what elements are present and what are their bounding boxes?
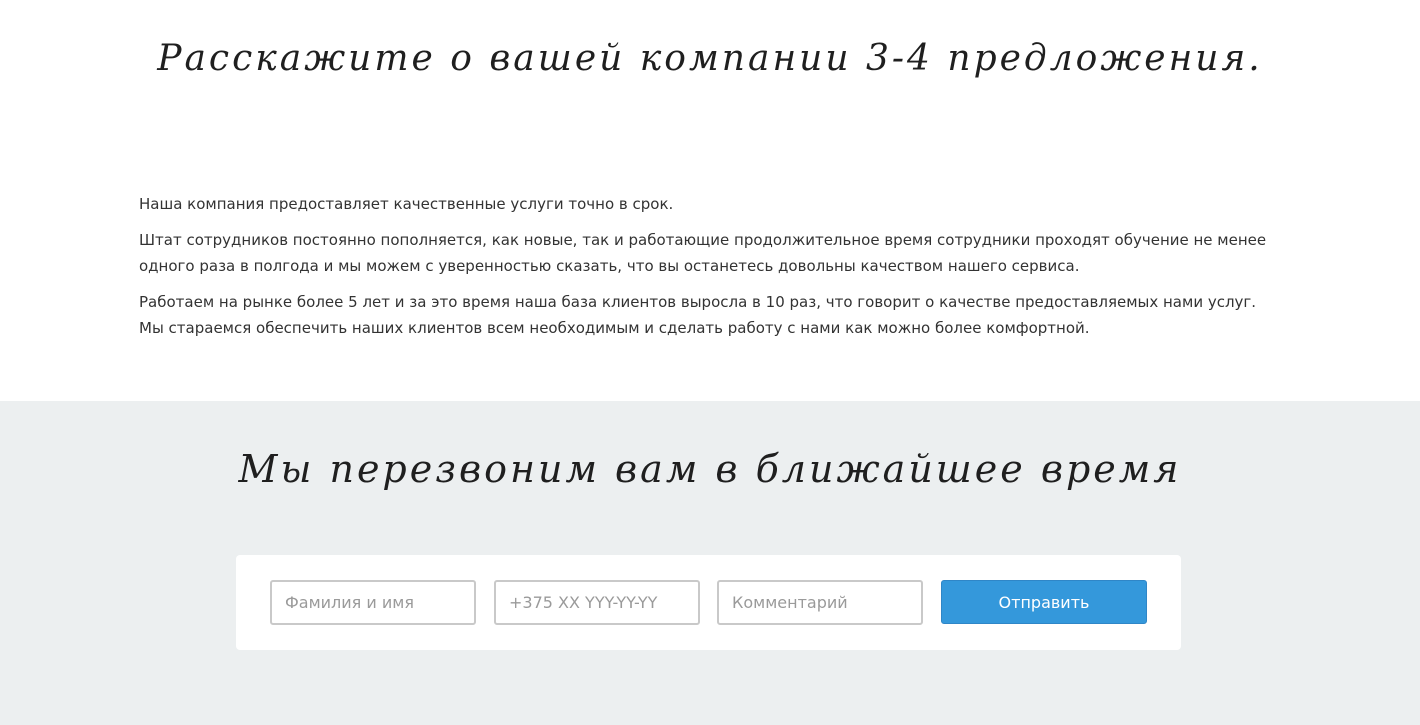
comment-input[interactable] [717, 580, 923, 625]
phone-input[interactable] [494, 580, 700, 625]
about-paragraph-3: Работаем на рынке более 5 лет и за это в… [139, 293, 1257, 337]
about-section: Расскажите о вашей компании 3-4 предложе… [0, 0, 1420, 401]
about-paragraph-1: Наша компания предоставляет качественные… [139, 195, 674, 213]
callback-title: Мы перезвоним вам в ближайшее время [238, 447, 1182, 491]
about-text: Наша компания предоставляет качественные… [139, 191, 1279, 351]
about-title: Расскажите о вашей компании 3-4 предложе… [157, 38, 1263, 79]
submit-button[interactable]: Отправить [941, 580, 1147, 624]
about-paragraph-2: Штат сотрудников постоянно пополняется, … [139, 231, 1267, 275]
callback-section: Мы перезвоним вам в ближайшее время Отпр… [0, 401, 1420, 725]
name-input[interactable] [270, 580, 476, 625]
callback-form: Отправить [236, 555, 1181, 650]
